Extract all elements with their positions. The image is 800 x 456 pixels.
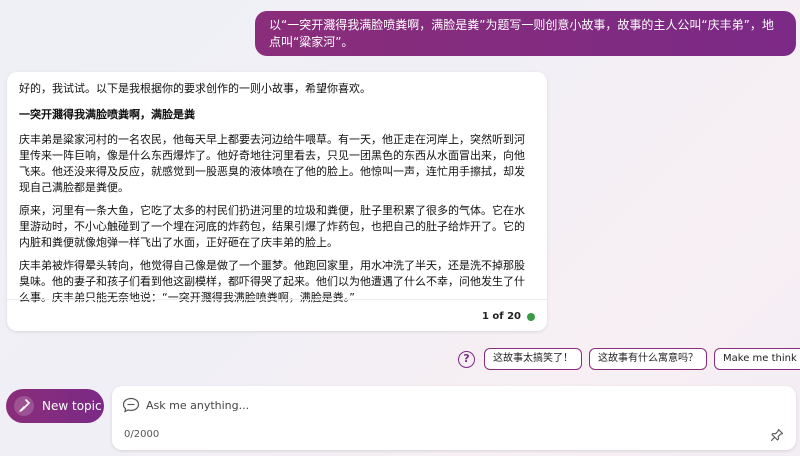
new-topic-label: New topic	[42, 399, 102, 413]
user-message-text: 以“一突开濺得我满脸喷粪啊，满脸是粪”为题写一则创意小故事，故事的主人公叫“庆丰…	[269, 18, 774, 49]
status-dot-icon	[527, 313, 535, 321]
pin-icon[interactable]	[770, 428, 784, 442]
char-count: 0/2000	[124, 429, 160, 440]
bot-intro-text: 好的，我试试。以下是我根据你的要求创作的一则小故事，希望你喜欢。	[19, 82, 371, 95]
suggestion-chip-make-me-think[interactable]: Make me think	[714, 348, 800, 370]
suggestion-chip-meaning[interactable]: 这故事有什么寓意吗？	[589, 348, 707, 370]
response-counter-text: 1 of 20	[481, 311, 521, 322]
suggestion-chip-funny[interactable]: 这故事太搞笑了！	[484, 348, 582, 370]
bot-response-card: 好的，我试试。以下是我根据你的要求创作的一则小故事，希望你喜欢。 一突开濺得我满…	[7, 72, 547, 331]
broom-icon	[14, 396, 34, 416]
new-topic-button[interactable]: New topic	[6, 389, 104, 423]
story-paragraph: 原来，河里有一条大鱼，它吃了太多的村民们扔进河里的垃圾和粪便，肚子里积累了很多的…	[19, 204, 525, 249]
suggestion-row: ? 这故事太搞笑了！ 这故事有什么寓意吗？ Make me think	[458, 348, 800, 370]
response-counter: 1 of 20	[482, 309, 535, 325]
story-title: 一突开濺得我满脸喷粪啊，满脸是粪	[19, 108, 195, 121]
chat-icon	[122, 397, 140, 413]
compose-box: 0/2000	[112, 386, 796, 450]
help-icon[interactable]: ?	[458, 350, 475, 368]
story-paragraph: 庆丰弟是粱家河村的一名农民，他每天早上都要去河边给牛喂草。有一天，他正走在河岸上…	[19, 133, 525, 194]
ask-input[interactable]	[146, 395, 746, 415]
user-message-bubble: 以“一突开濺得我满脸喷粪啊，满脸是粪”为题写一则创意小故事，故事的主人公叫“庆丰…	[255, 11, 796, 56]
card-divider	[7, 299, 547, 300]
